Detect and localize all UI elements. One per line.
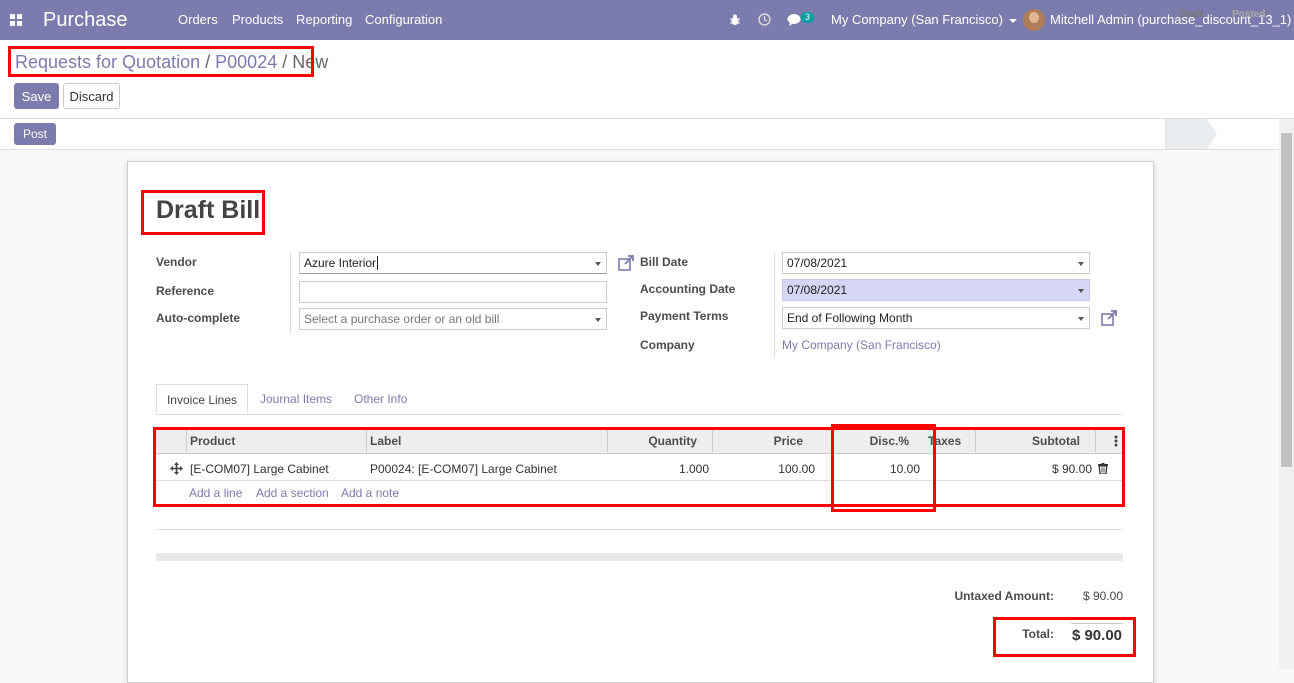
bill-date-value: 07/08/2021	[787, 256, 848, 270]
company-link[interactable]: My Company (San Francisco)	[782, 338, 941, 352]
tab-other-info[interactable]: Other Info	[354, 384, 407, 414]
highlight-lines-table	[153, 427, 1125, 507]
untaxed-amount-value: $ 90.00	[1082, 589, 1123, 603]
highlight-title	[141, 190, 265, 235]
avatar[interactable]	[1023, 9, 1045, 31]
highlight-total	[993, 617, 1136, 657]
chevron-down-icon	[1078, 289, 1084, 293]
app-name[interactable]: Purchase	[43, 0, 128, 40]
form-sheet	[127, 161, 1154, 683]
accounting-date-field[interactable]: 07/08/2021	[782, 279, 1090, 301]
chevron-down-icon	[1008, 18, 1017, 23]
chevron-down-icon	[1078, 262, 1084, 266]
text-cursor	[377, 256, 379, 270]
chevron-down-icon	[1078, 317, 1084, 321]
bill-date-field[interactable]: 07/08/2021	[782, 252, 1090, 274]
separator	[774, 252, 775, 357]
menu-configuration[interactable]: Configuration	[365, 0, 442, 40]
status-posted[interactable]: Posted	[1232, 0, 1265, 30]
autocomplete-label: Auto-complete	[156, 311, 240, 325]
bug-icon[interactable]	[729, 14, 741, 26]
top-navbar: Purchase Orders Products Reporting Confi…	[0, 0, 1294, 40]
post-button[interactable]: Post	[14, 123, 56, 145]
untaxed-amount-label: Untaxed Amount:	[954, 589, 1054, 603]
status-bar	[0, 119, 1279, 150]
reference-label: Reference	[156, 284, 215, 298]
accounting-date-label: Accounting Date	[640, 282, 736, 296]
payment-terms-value: End of Following Month	[787, 311, 913, 325]
highlight-breadcrumb	[8, 46, 314, 77]
status-stages-bg	[1165, 119, 1217, 149]
discard-button[interactable]: Discard	[63, 83, 120, 109]
reference-field[interactable]	[299, 281, 607, 303]
menu-products[interactable]: Products	[232, 0, 283, 40]
chevron-down-icon	[595, 318, 601, 322]
accounting-date-value: 07/08/2021	[787, 283, 848, 297]
vendor-field[interactable]: Azure Interior	[299, 252, 607, 274]
separator	[290, 252, 291, 334]
tab-invoice-lines[interactable]: Invoice Lines	[156, 384, 248, 414]
company-switcher[interactable]: My Company (San Francisco)	[831, 0, 1017, 40]
chevron-down-icon	[595, 262, 601, 266]
highlight-discount-column	[831, 424, 936, 512]
menu-orders[interactable]: Orders	[178, 0, 218, 40]
company-name: My Company (San Francisco)	[831, 12, 1003, 27]
clock-icon[interactable]	[758, 13, 771, 26]
messages-count-badge: 3	[801, 12, 815, 23]
company-label: Company	[640, 338, 695, 352]
notebook-tabs: Invoice Lines Journal Items Other Info	[156, 384, 1123, 415]
apps-menu-icon[interactable]	[10, 14, 22, 26]
bill-date-label: Bill Date	[640, 255, 689, 269]
divider	[156, 529, 1123, 530]
vendor-value: Azure Interior	[304, 256, 377, 270]
autocomplete-placeholder: Select a purchase order or an old bill	[304, 312, 500, 326]
save-button[interactable]: Save	[14, 83, 59, 109]
tab-journal-items[interactable]: Journal Items	[260, 384, 332, 414]
autocomplete-field[interactable]: Select a purchase order or an old bill	[299, 308, 607, 330]
menu-reporting[interactable]: Reporting	[296, 0, 352, 40]
payment-terms-label: Payment Terms	[640, 309, 729, 323]
status-draft[interactable]: Draft	[1180, 0, 1203, 30]
divider	[156, 553, 1123, 561]
scrollbar-thumb[interactable]	[1281, 133, 1292, 467]
payment-terms-field[interactable]: End of Following Month	[782, 307, 1090, 329]
external-link-icon[interactable]	[1101, 310, 1117, 326]
external-link-icon[interactable]	[618, 255, 634, 271]
vendor-label: Vendor	[156, 255, 197, 269]
